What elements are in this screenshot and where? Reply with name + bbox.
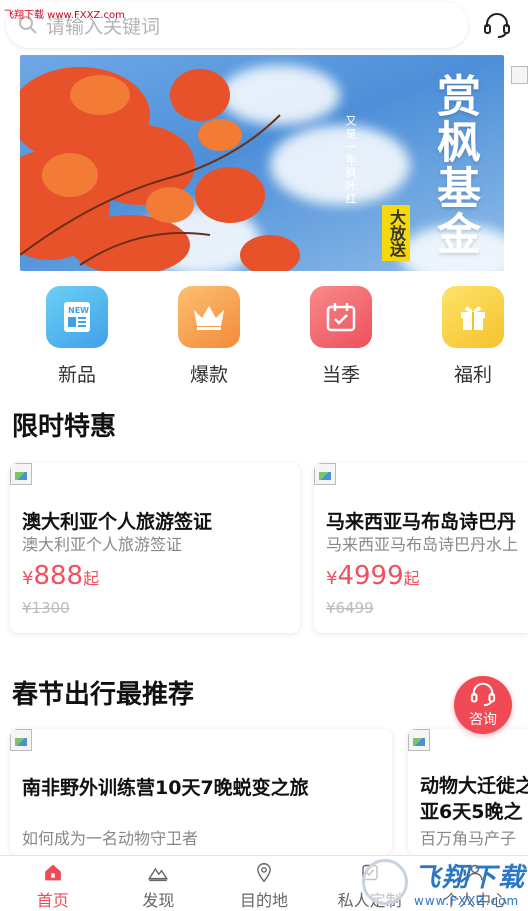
recommend-card[interactable]: 南非野外训练营10天7晚蜕变之旅 如何成为一名动物守卫者: [10, 729, 392, 855]
consult-button[interactable]: 咨询: [454, 676, 512, 734]
card-title: 动物大迁徙之: [420, 775, 528, 797]
card-subtitle: 马来西亚马布岛诗巴丹水上: [326, 535, 519, 554]
customer-service-button[interactable]: [480, 8, 514, 42]
tab-destination[interactable]: 目的地: [211, 856, 317, 911]
recommend-card[interactable]: 动物大迁徙之 亚6天5晚之 百万角马产子: [408, 729, 528, 855]
gift-icon: [442, 286, 504, 348]
quick-item-new[interactable]: NEW 新品: [22, 286, 132, 390]
quick-label-hot: 爆款: [189, 364, 228, 386]
quick-label-welfare: 福利: [453, 364, 492, 386]
quick-item-hot[interactable]: 爆款: [154, 286, 264, 390]
maple-leaves-image: [20, 67, 300, 271]
price-unit: 起: [83, 569, 100, 588]
card-subtitle: 百万角马产子: [420, 829, 517, 848]
watermark-text: 飞翔下载 www.FXXZ.com: [4, 10, 125, 21]
price-unit: 起: [403, 569, 420, 588]
banner-title: 赏枫基金: [429, 73, 480, 257]
card-image: [314, 463, 336, 485]
card-title: 马来西亚马布岛诗巴丹: [326, 511, 517, 533]
tab-label-discover: 发现: [142, 891, 175, 910]
card-image: [10, 463, 32, 485]
quick-nav: NEW 新品 爆款 当季 福利: [0, 286, 528, 390]
card-old-price: ¥6499: [326, 599, 374, 617]
location-icon: [257, 863, 271, 883]
tab-home[interactable]: 首页: [0, 856, 106, 911]
watermark-logo-icon: [362, 859, 408, 905]
price-currency: ¥: [22, 568, 34, 589]
card-price: ¥888起: [22, 561, 99, 591]
section-title-festival: 春节出行最推荐: [12, 680, 195, 710]
price-currency: ¥: [326, 568, 338, 589]
promo-banner[interactable]: 又是一年枫叶红 赏枫基金 大放送: [20, 55, 504, 271]
watermark-logo: 飞翔下载 www.FXXZ.com: [362, 853, 528, 911]
price-value: 4999: [337, 561, 404, 591]
tab-label-home: 首页: [36, 891, 69, 910]
calendar-icon: [310, 286, 372, 348]
home-icon: [44, 864, 61, 881]
card-title-line2: 亚6天5晚之: [420, 801, 523, 823]
headset-icon: [470, 682, 496, 707]
quick-item-season[interactable]: 当季: [286, 286, 396, 390]
deal-card[interactable]: 澳大利亚个人旅游签证 澳大利亚个人旅游签证 ¥888起 ¥1300: [10, 463, 300, 633]
broken-image-icon: [511, 66, 528, 84]
banner-subtitle: 又是一年枫叶红: [344, 115, 357, 206]
card-old-price: ¥1300: [22, 599, 70, 617]
card-title: 南非野外训练营10天7晚蜕变之旅: [22, 777, 309, 799]
quick-item-welfare[interactable]: 福利: [418, 286, 528, 390]
card-title: 澳大利亚个人旅游签证: [22, 511, 213, 533]
quick-label-season: 当季: [321, 364, 360, 386]
tab-label-destination: 目的地: [239, 891, 288, 910]
tab-discover[interactable]: 发现: [106, 856, 212, 911]
watermark-logo-url: www.FXXZ.com: [414, 893, 520, 908]
price-value: 888: [33, 561, 84, 591]
mountain-icon: [148, 867, 169, 882]
banner-tag: 大放送: [382, 205, 410, 261]
headset-icon: [484, 13, 510, 38]
quick-label-new: 新品: [57, 364, 96, 386]
card-price: ¥4999起: [326, 561, 420, 591]
consult-label: 咨询: [469, 712, 497, 728]
section-title-limited: 限时特惠: [12, 412, 117, 442]
card-image: [10, 729, 32, 751]
svg-text:NEW: NEW: [68, 306, 89, 315]
card-subtitle: 澳大利亚个人旅游签证: [22, 535, 183, 554]
crown-icon: [178, 286, 240, 348]
card-subtitle: 如何成为一名动物守卫者: [22, 829, 199, 848]
new-icon: NEW: [46, 286, 108, 348]
deal-card[interactable]: 马来西亚马布岛诗巴丹 马来西亚马布岛诗巴丹水上 ¥4999起 ¥6499: [314, 463, 528, 633]
card-image: [408, 729, 430, 751]
watermark-logo-title: 飞翔下载: [414, 862, 527, 893]
